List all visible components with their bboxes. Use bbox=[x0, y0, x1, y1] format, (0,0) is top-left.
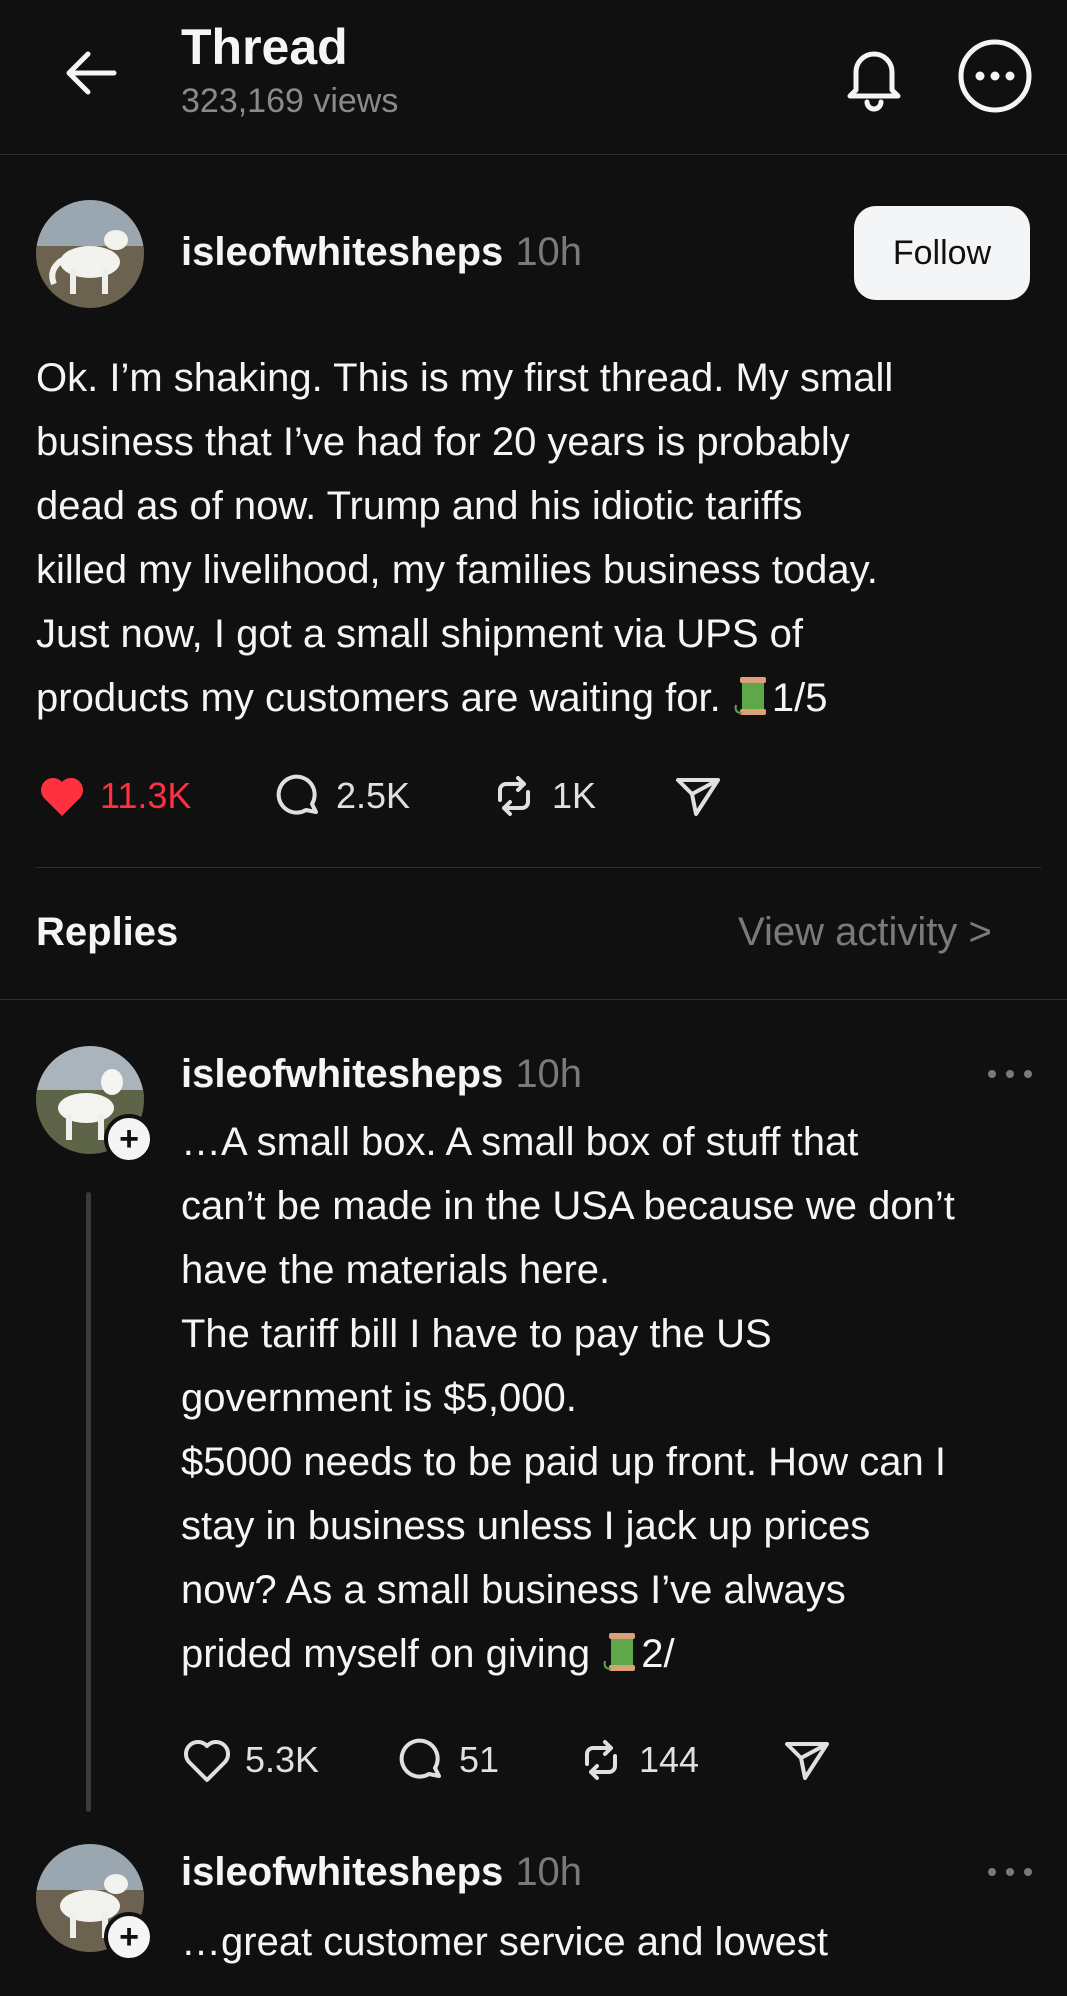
view-activity-link[interactable]: View activity > bbox=[738, 910, 992, 955]
share-button[interactable] bbox=[781, 1730, 833, 1790]
view-count: 323,169 views bbox=[181, 82, 399, 120]
heart-filled-icon bbox=[40, 777, 84, 816]
follow-plus-icon[interactable]: + bbox=[104, 1114, 154, 1164]
send-icon bbox=[785, 1742, 829, 1780]
username-text[interactable]: isleofwhitesheps bbox=[181, 230, 503, 274]
top-bar: Thread 323,169 views bbox=[0, 0, 1067, 155]
like-count: 5.3K bbox=[245, 1739, 320, 1780]
repost-icon bbox=[585, 1740, 617, 1780]
reply-line-last: prided myself on giving 2/ bbox=[181, 1622, 955, 1692]
back-arrow-icon[interactable] bbox=[60, 42, 122, 104]
repost-count: 144 bbox=[639, 1739, 700, 1780]
page-title: Thread bbox=[181, 19, 348, 75]
comment-button[interactable]: 2.5K bbox=[272, 766, 410, 826]
reply-line: stay in business unless I jack up prices bbox=[181, 1504, 871, 1548]
reply-actions: 5.3K 51 144 bbox=[181, 1730, 861, 1790]
username-text[interactable]: isleofwhitesheps bbox=[181, 1052, 503, 1096]
reply-line: have the materials here. bbox=[181, 1248, 611, 1292]
post-line: business that I’ve had for 20 years is p… bbox=[36, 420, 850, 464]
reply-line: …great customer service and lowest bbox=[181, 1920, 828, 1964]
reply-body: …A small box. A small box of stuff that … bbox=[181, 1110, 955, 1692]
post-line: Just now, I got a small shipment via UPS… bbox=[36, 612, 804, 656]
replies-heading: Replies bbox=[36, 910, 179, 954]
thread-counter: 1/5 bbox=[771, 676, 828, 720]
post-line: dead as of now. Trump and his idiotic ta… bbox=[36, 484, 803, 528]
post-line-last: products my customers are waiting for. 1… bbox=[36, 666, 893, 736]
divider bbox=[0, 999, 1067, 1000]
heart-outline-icon bbox=[183, 1739, 231, 1782]
reply-line: now? As a small business I’ve always bbox=[181, 1568, 846, 1612]
reply-username[interactable]: isleofwhitesheps 10h bbox=[181, 1052, 582, 1097]
comment-bubble-icon bbox=[399, 1738, 441, 1779]
thread-spool-icon bbox=[601, 1628, 641, 1692]
like-button[interactable]: 11.3K bbox=[36, 766, 191, 826]
post-body: Ok. I’m shaking. This is my first thread… bbox=[36, 346, 893, 736]
comment-button[interactable]: 51 bbox=[395, 1730, 499, 1790]
share-button[interactable] bbox=[672, 766, 724, 826]
like-count: 11.3K bbox=[100, 775, 192, 816]
reply-line: government is $5,000. bbox=[181, 1376, 577, 1420]
reply-more-icon[interactable] bbox=[984, 1064, 1036, 1084]
reply-line: can’t be made in the USA because we don’… bbox=[181, 1184, 955, 1228]
repost-button[interactable]: 1K bbox=[488, 766, 596, 826]
avatar[interactable] bbox=[36, 200, 144, 308]
repost-count: 1K bbox=[552, 775, 597, 816]
username-text[interactable]: isleofwhitesheps bbox=[181, 1850, 503, 1894]
reply-time: 10h bbox=[515, 1052, 583, 1096]
reply-more-icon[interactable] bbox=[984, 1862, 1036, 1882]
like-button[interactable]: 5.3K bbox=[181, 1730, 319, 1790]
reply-body: …great customer service and lowest bbox=[181, 1910, 828, 1974]
reply-line: $5000 needs to be paid up front. How can… bbox=[181, 1440, 946, 1484]
send-icon bbox=[676, 778, 720, 816]
reply-line: The tariff bill I have to pay the US bbox=[181, 1312, 772, 1356]
post-line: killed my livelihood, my families busine… bbox=[36, 548, 878, 592]
divider bbox=[36, 867, 1041, 868]
reply-time: 10h bbox=[515, 1850, 583, 1894]
reply-line: …A small box. A small box of stuff that bbox=[181, 1120, 859, 1164]
more-options-icon[interactable] bbox=[955, 36, 1035, 116]
post-actions: 11.3K 2.5K 1K bbox=[36, 766, 736, 826]
thread-counter: 2/ bbox=[641, 1632, 675, 1676]
post-line-text: products my customers are waiting for. bbox=[36, 676, 732, 720]
comment-bubble-icon bbox=[276, 774, 318, 815]
thread-spool-icon bbox=[732, 672, 772, 736]
follow-plus-icon[interactable]: + bbox=[104, 1912, 154, 1962]
post-username[interactable]: isleofwhitesheps 10h bbox=[181, 230, 582, 275]
bell-icon[interactable] bbox=[840, 40, 908, 112]
reply-username[interactable]: isleofwhitesheps 10h bbox=[181, 1850, 582, 1895]
reply-line-text: prided myself on giving bbox=[181, 1632, 602, 1676]
comment-count: 51 bbox=[459, 1739, 500, 1780]
post-time: 10h bbox=[515, 230, 583, 274]
repost-button[interactable]: 144 bbox=[575, 1730, 699, 1790]
follow-button[interactable]: Follow bbox=[854, 206, 1030, 300]
repost-icon bbox=[498, 776, 530, 816]
post-line: Ok. I’m shaking. This is my first thread… bbox=[36, 356, 894, 400]
comment-count: 2.5K bbox=[336, 775, 411, 816]
thread-connector-line bbox=[86, 1192, 91, 1812]
